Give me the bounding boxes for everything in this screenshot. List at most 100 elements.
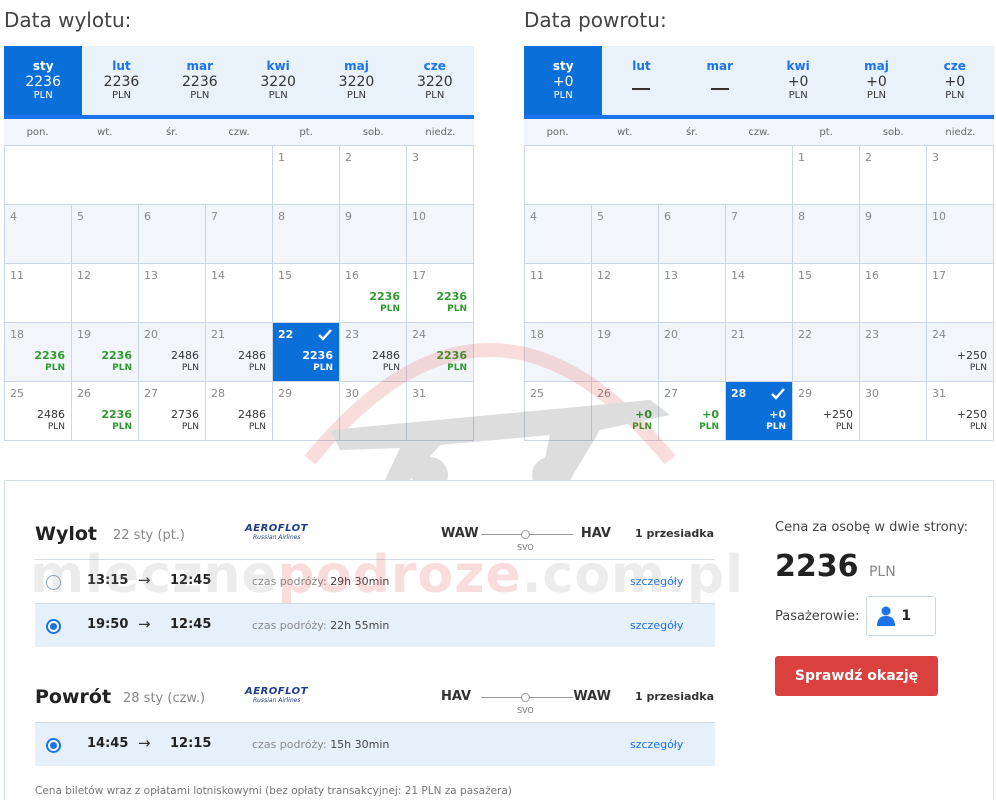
day-cell-18[interactable]: 18 2236 PLN: [5, 323, 72, 382]
day-cell-5[interactable]: 5: [592, 205, 659, 264]
day-cell-12[interactable]: 12: [72, 264, 139, 323]
outbound-month-tabs: sty 2236 PLN lut 2236 PLN mar 2236 PLN kwi 3220 PLN…: [4, 46, 474, 119]
day-cell-11[interactable]: 11: [5, 264, 72, 323]
day-cell-27[interactable]: 27 +0 PLN: [659, 382, 726, 441]
check-deal-button[interactable]: Sprawdź okazję: [775, 656, 938, 696]
day-cell-29[interactable]: 29: [273, 382, 340, 441]
day-cell-7[interactable]: 7: [726, 205, 793, 264]
day-cell-22[interactable]: 22 2236 PLN: [273, 323, 340, 382]
day-cell-23[interactable]: 23: [860, 323, 927, 382]
day-cell-10[interactable]: 10: [407, 205, 474, 264]
flight-option-row[interactable]: 14:45 → 12:15 czas podróży: 15h 30min szczeg…: [35, 722, 715, 766]
day-price-currency: PLN: [181, 422, 199, 432]
month-tab-lut[interactable]: lut 2236 PLN: [82, 46, 160, 115]
month-tab-lut[interactable]: lut: [602, 46, 680, 115]
day-number: 23: [345, 328, 359, 341]
day-cell-31[interactable]: 31 +250 PLN: [927, 382, 994, 441]
day-cell-11[interactable]: 11: [525, 264, 592, 323]
month-tab-mar[interactable]: mar 2236 PLN: [161, 46, 239, 115]
day-cell-14[interactable]: 14: [726, 264, 793, 323]
day-number: 9: [345, 210, 352, 223]
day-price: 2236 PLN: [436, 291, 467, 315]
month-tab-sty[interactable]: sty +0 PLN: [524, 46, 603, 115]
checkmark-icon: [771, 388, 785, 400]
day-cell-8[interactable]: 8: [793, 205, 860, 264]
details-link[interactable]: szczegóły: [630, 738, 683, 751]
flight-option-radio[interactable]: [46, 738, 61, 753]
day-cell-28[interactable]: 28 2486 PLN: [206, 382, 273, 441]
day-cell-18[interactable]: 18: [525, 323, 592, 382]
day-cell-3[interactable]: 3: [407, 146, 474, 205]
flight-option-radio[interactable]: [46, 619, 61, 634]
day-cell-24[interactable]: 24 +250 PLN: [927, 323, 994, 382]
day-cell-15[interactable]: 15: [273, 264, 340, 323]
day-cell-29[interactable]: 29 +250 PLN: [793, 382, 860, 441]
day-cell-5[interactable]: 5: [72, 205, 139, 264]
day-cell-14[interactable]: 14: [206, 264, 273, 323]
day-cell-13[interactable]: 13: [139, 264, 206, 323]
month-tab-maj[interactable]: maj +0 PLN: [837, 46, 915, 115]
day-cell-6[interactable]: 6: [139, 205, 206, 264]
month-tab-maj[interactable]: maj 3220 PLN: [317, 46, 395, 115]
day-cell-20[interactable]: 20 2486 PLN: [139, 323, 206, 382]
day-cell-16[interactable]: 16: [860, 264, 927, 323]
day-cell-25[interactable]: 25: [525, 382, 592, 441]
day-cell-3[interactable]: 3: [927, 146, 994, 205]
route-from: WAW: [441, 526, 479, 541]
day-cell-26[interactable]: 26 2236 PLN: [72, 382, 139, 441]
day-cell-15[interactable]: 15: [793, 264, 860, 323]
day-cell-7[interactable]: 7: [206, 205, 273, 264]
day-cell-24[interactable]: 24 2236 PLN: [407, 323, 474, 382]
day-cell-21[interactable]: 21: [726, 323, 793, 382]
day-cell-10[interactable]: 10: [927, 205, 994, 264]
day-cell-19[interactable]: 19: [592, 323, 659, 382]
day-cell-28[interactable]: 28 +0 PLN: [726, 382, 793, 441]
day-cell-12[interactable]: 12: [592, 264, 659, 323]
day-cell-25[interactable]: 25 2486 PLN: [5, 382, 72, 441]
day-cell-8[interactable]: 8: [273, 205, 340, 264]
no-price-dash: [632, 88, 651, 90]
day-number: 14: [211, 269, 225, 282]
day-cell-2[interactable]: 2: [340, 146, 407, 205]
passengers-selector[interactable]: 1: [866, 596, 937, 636]
day-cell-26[interactable]: 26 +0 PLN: [592, 382, 659, 441]
day-cell-9[interactable]: 9: [860, 205, 927, 264]
day-cell-1[interactable]: 1: [273, 146, 340, 205]
month-tab-kwi[interactable]: kwi 3220 PLN: [239, 46, 317, 115]
month-tab-cze[interactable]: cze 3220 PLN: [396, 46, 474, 115]
day-number: 18: [530, 328, 544, 341]
day-cell-1[interactable]: 1: [793, 146, 860, 205]
details-link[interactable]: szczegóły: [630, 619, 683, 632]
day-cell-4[interactable]: 4: [525, 205, 592, 264]
month-tab-mar[interactable]: mar: [681, 46, 759, 115]
day-cell-23[interactable]: 23 2486 PLN: [340, 323, 407, 382]
day-cell-31[interactable]: 31: [407, 382, 474, 441]
day-cell-4[interactable]: 4: [5, 205, 72, 264]
month-tab-sty[interactable]: sty 2236 PLN: [4, 46, 83, 115]
day-cell-27[interactable]: 27 2736 PLN: [139, 382, 206, 441]
flight-option-radio[interactable]: [46, 575, 61, 590]
day-cell-2[interactable]: 2: [860, 146, 927, 205]
day-cell-17[interactable]: 17: [927, 264, 994, 323]
day-cell-16[interactable]: 16 2236 PLN: [340, 264, 407, 323]
day-cell-6[interactable]: 6: [659, 205, 726, 264]
details-link[interactable]: szczegóły: [630, 575, 683, 588]
day-cell-19[interactable]: 19 2236 PLN: [72, 323, 139, 382]
month-tab-kwi[interactable]: kwi +0 PLN: [759, 46, 837, 115]
flight-option-row[interactable]: 19:50 → 12:45 czas podróży: 22h 55min szczeg…: [35, 603, 715, 647]
flight-option-row[interactable]: 13:15 → 12:45 czas podróży: 29h 30min szczeg…: [35, 559, 715, 603]
day-cell-20[interactable]: 20: [659, 323, 726, 382]
month-currency: PLN: [866, 90, 887, 101]
day-cell-30[interactable]: 30: [340, 382, 407, 441]
day-cell-17[interactable]: 17 2236 PLN: [407, 264, 474, 323]
day-price-currency: PLN: [447, 363, 467, 373]
day-cell-22[interactable]: 22: [793, 323, 860, 382]
month-price: +0: [787, 74, 809, 90]
day-cell-9[interactable]: 9: [340, 205, 407, 264]
day-cell-30[interactable]: 30: [860, 382, 927, 441]
departure-time: 14:45: [87, 736, 129, 751]
month-tab-cze[interactable]: cze +0 PLN: [916, 46, 994, 115]
day-cell-13[interactable]: 13: [659, 264, 726, 323]
airline-logo: AEROFLOT Russian Airlines: [245, 523, 325, 549]
day-cell-21[interactable]: 21 2486 PLN: [206, 323, 273, 382]
